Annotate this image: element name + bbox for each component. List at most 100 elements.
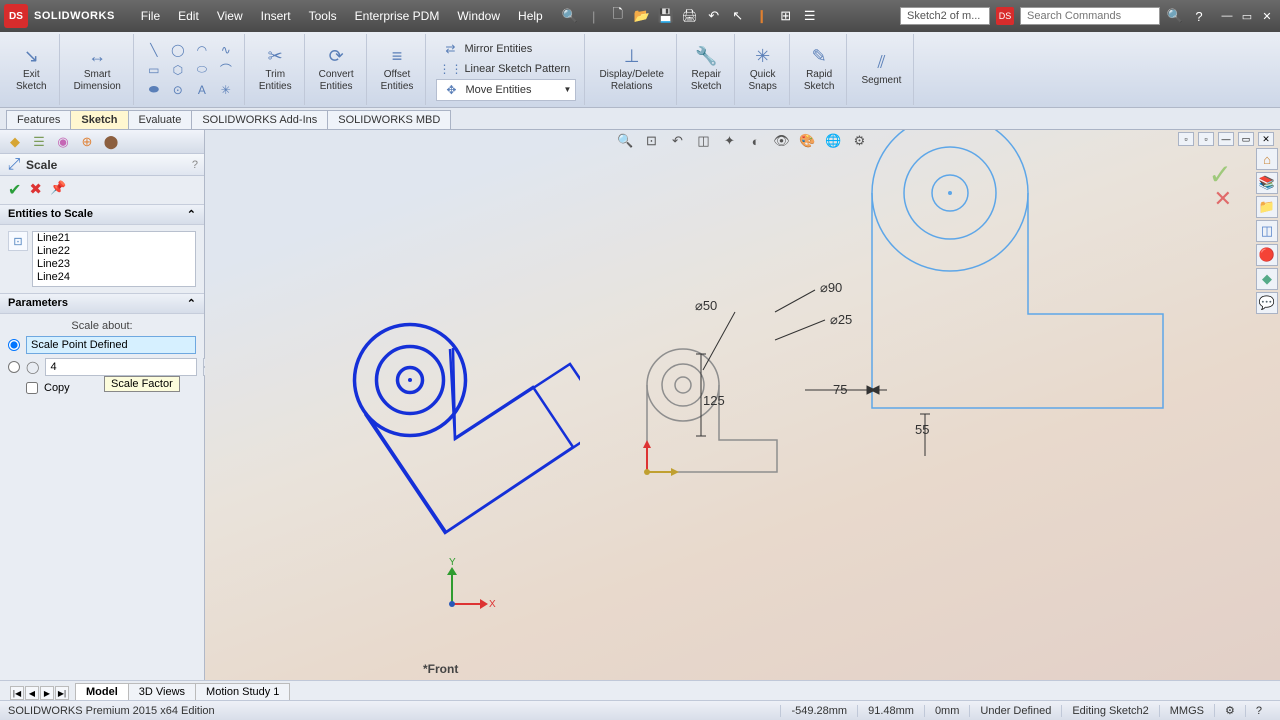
search-go-icon[interactable]: 🔍 [1166,7,1184,25]
tab-features[interactable]: Features [6,110,71,129]
list-item[interactable]: Line22 [33,245,195,258]
circle-icon[interactable]: ◯ [168,41,188,59]
minimize-button[interactable]: — [1218,8,1236,24]
display-style-icon[interactable]: ◐ [746,132,766,150]
prev-view-icon[interactable]: ↶ [668,132,688,150]
repair-sketch-button[interactable]: 🔧Repair Sketch [687,44,726,95]
trim-entities-button[interactable]: ✂Trim Entities [255,44,296,95]
menu-edit[interactable]: Edit [170,6,207,26]
pm-tab-feature-icon[interactable]: ◆ [4,133,26,151]
offset-entities-button[interactable]: ≡Offset Entities [377,44,418,95]
entities-header[interactable]: Entities to Scale ⌃ [0,204,204,225]
close-button[interactable]: ✕ [1258,8,1276,24]
scale-factor-input[interactable] [45,358,197,376]
status-options-icon[interactable]: ⚙ [1214,704,1245,717]
tab-3dviews[interactable]: 3D Views [128,683,196,700]
taskpane-explorer-icon[interactable]: 📁 [1256,196,1278,218]
view-orient-icon[interactable]: ✦ [720,132,740,150]
segment-button[interactable]: ⫽Segment [857,50,905,89]
help-icon[interactable]: ? [1190,7,1208,25]
line-icon[interactable]: ╲ [144,41,164,59]
pm-tab-display-icon[interactable]: ◉ [52,133,74,151]
scale-factor-radio[interactable] [8,361,20,373]
rapid-sketch-button[interactable]: ✎Rapid Sketch [800,44,839,95]
copy-checkbox[interactable] [26,382,38,394]
settings-icon[interactable]: ☰ [801,7,819,25]
tab-sketch[interactable]: Sketch [70,110,128,129]
tab-evaluate[interactable]: Evaluate [128,110,193,129]
tab-nav-last-button[interactable]: ▶| [55,686,69,700]
section-view-icon[interactable]: ◫ [694,132,714,150]
list-item[interactable]: Line21 [33,232,195,245]
save-icon[interactable]: 💾 [657,7,675,25]
zoom-fit-icon[interactable]: 🔍 [616,132,636,150]
arc-icon[interactable]: ◠ [192,41,212,59]
taskpane-forum-icon[interactable]: 💬 [1256,292,1278,314]
linear-pattern-button[interactable]: ⋮⋮Linear Sketch Pattern [436,59,574,79]
pm-tab-dimxpert-icon[interactable]: ⊕ [76,133,98,151]
convert-entities-button[interactable]: ⟳Convert Entities [315,44,358,95]
menu-window[interactable]: Window [449,6,508,26]
move-entities-dropdown[interactable]: ✥Move Entities▼ [436,79,576,101]
graphics-viewport[interactable]: 🔍 ⊡ ↶ ◫ ✦ ◐ 👁 🎨 🌐 ⚙ ▫ ▫ — ▭ ✕ ✓ ✕ ⌂ 📚 📁 … [205,130,1280,680]
pm-tab-config-icon[interactable]: ☰ [28,133,50,151]
ok-button[interactable]: ✔ [8,180,21,200]
slot-icon[interactable]: ⬬ [144,81,164,99]
display-delete-relations-button[interactable]: ⊥Display/Delete Relations [595,44,667,95]
search-input[interactable] [1020,7,1160,25]
tab-mbd[interactable]: SOLIDWORKS MBD [327,110,451,129]
scale-about-combo[interactable]: Scale Point Defined [26,336,196,354]
pushpin-icon[interactable]: 📌 [50,180,66,200]
text-icon[interactable]: A [192,81,212,99]
tab-model[interactable]: Model [75,683,129,700]
taskpane-palette-icon[interactable]: ◫ [1256,220,1278,242]
undo-icon[interactable]: ↶ [705,7,723,25]
tab-motionstudy[interactable]: Motion Study 1 [195,683,290,700]
point-icon[interactable]: ⊙ [168,81,188,99]
select-icon[interactable]: ↖ [729,7,747,25]
tab-nav-first-button[interactable]: |◀ [10,686,24,700]
cancel-button[interactable]: ✖ [29,180,42,200]
rectangle-icon[interactable]: ▭ [144,61,164,79]
list-item[interactable]: Line23 [33,258,195,271]
smart-dimension-button[interactable]: ↔Smart Dimension [70,44,125,95]
tab-nav-prev-button[interactable]: ◀ [25,686,39,700]
menu-insert[interactable]: Insert [253,6,299,26]
vp-close-button[interactable]: ✕ [1258,132,1274,146]
taskpane-library-icon[interactable]: 📚 [1256,172,1278,194]
fillet-icon[interactable]: ⌒ [216,61,236,79]
parameters-header[interactable]: Parameters ⌃ [0,293,204,314]
taskpane-custom-icon[interactable]: ◆ [1256,268,1278,290]
print-icon[interactable]: 🖨 [681,7,699,25]
menu-file[interactable]: File [133,6,168,26]
maximize-button[interactable]: ▭ [1238,8,1256,24]
zoom-area-icon[interactable]: ⊡ [642,132,662,150]
options-icon[interactable]: ⊞ [777,7,795,25]
open-icon[interactable]: 📂 [633,7,651,25]
pm-tab-appearance-icon[interactable]: ⬤ [100,133,122,151]
list-item[interactable]: Line24 [33,271,195,284]
tab-addins[interactable]: SOLIDWORKS Add-Ins [191,110,328,129]
entities-selector-icon[interactable]: ⊡ [8,231,28,251]
taskpane-resources-icon[interactable]: ⌂ [1256,148,1278,170]
new-icon[interactable]: 🗋 [609,7,627,25]
menu-help[interactable]: Help [510,6,551,26]
scale-about-radio[interactable] [8,339,20,351]
mirror-entities-button[interactable]: ⇄Mirror Entities [436,39,536,59]
exit-sketch-button[interactable]: ↘Exit Sketch [12,44,51,95]
tab-nav-next-button[interactable]: ▶ [40,686,54,700]
plane-icon[interactable]: ✳ [216,81,236,99]
ellipse-icon[interactable]: ⬭ [192,61,212,79]
pm-help-icon[interactable]: ? [192,159,198,171]
taskpane-appearance-icon[interactable]: 🔴 [1256,244,1278,266]
menu-enterprise-pdm[interactable]: Enterprise PDM [347,6,448,26]
polygon-icon[interactable]: ⬡ [168,61,188,79]
search-icon[interactable]: 🔍 [561,7,579,25]
menu-view[interactable]: View [209,6,251,26]
spline-icon[interactable]: ∿ [216,41,236,59]
status-help-icon[interactable]: ? [1245,705,1272,717]
rebuild-icon[interactable]: ❙ [753,7,771,25]
menu-tools[interactable]: Tools [301,6,345,26]
document-name[interactable]: Sketch2 of m... [900,7,990,25]
entities-list[interactable]: Line21 Line22 Line23 Line24 [32,231,196,287]
